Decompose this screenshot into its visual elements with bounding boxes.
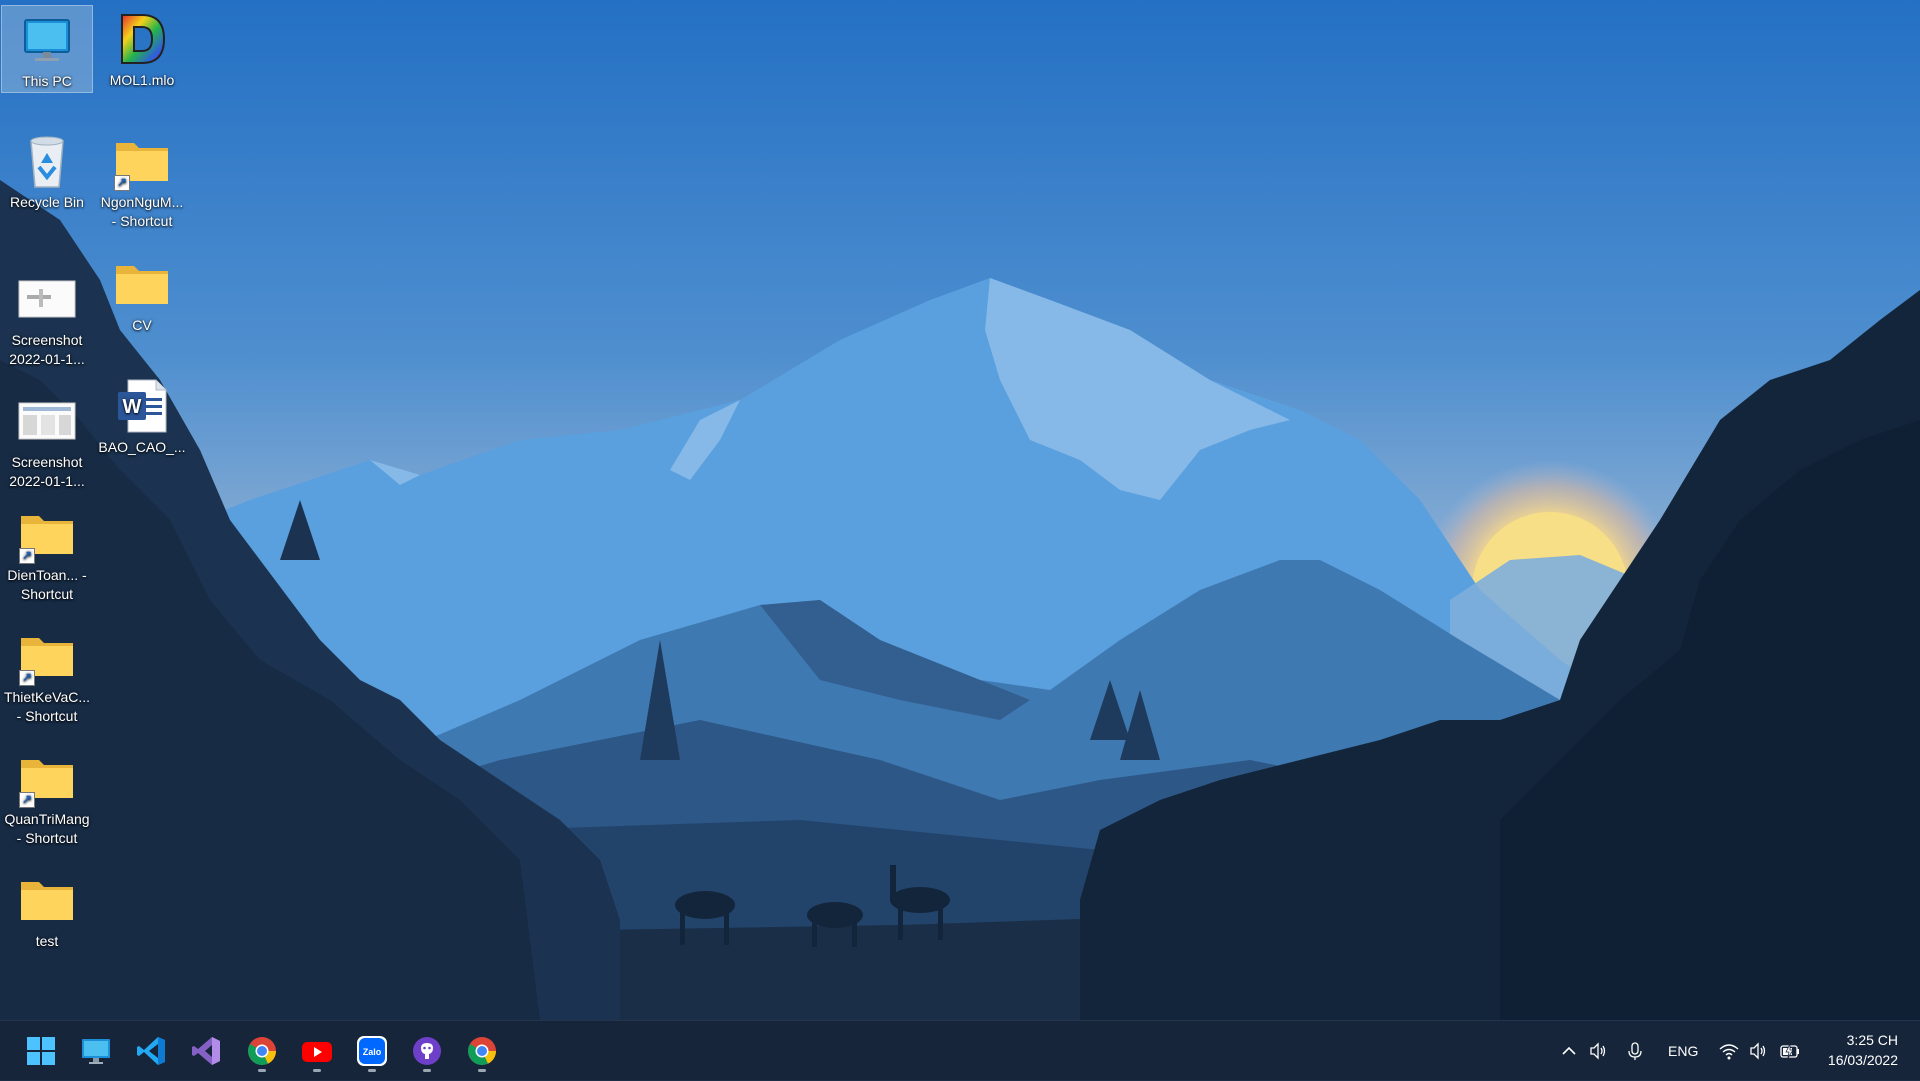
taskbar: Zalo ENG 3:25 CH 16/03/2022	[0, 1020, 1920, 1080]
chevron-up-icon	[1562, 1046, 1576, 1055]
desktop-icon-bao-cao[interactable]: W BAO_CAO_...	[96, 372, 188, 460]
chrome-icon	[468, 1037, 496, 1065]
desktop-icon-thietkevac-shortcut[interactable]: ↗ ThietKeVaC... - Shortcut	[1, 622, 93, 724]
shortcut-arrow-icon: ↗	[19, 670, 35, 686]
desktop-icon-label: Recycle Bin	[10, 194, 84, 210]
desktop-icon-quantrimang-shortcut[interactable]: ↗ QuanTriMang - Shortcut	[1, 744, 93, 846]
desktop-icon-label: ThietKeVaC... - Shortcut	[3, 689, 91, 724]
taskbar-chrome[interactable]	[240, 1029, 284, 1073]
microphone-tray-button[interactable]	[1626, 1021, 1644, 1081]
desktop-icon-cv[interactable]: CV	[96, 250, 188, 338]
visual-studio-icon	[192, 1037, 220, 1065]
desktop-icon-label: Screenshot 2022-01-1...	[9, 332, 85, 367]
taskbar-vscode[interactable]	[129, 1029, 173, 1073]
desktop-icon-label: CV	[132, 317, 152, 333]
battery-tray-button[interactable]	[1778, 1021, 1802, 1081]
desktop-wallpaper	[0, 0, 1920, 1020]
clock-date: 16/03/2022	[1827, 1052, 1898, 1068]
taskbar-chrome-2[interactable]	[460, 1029, 504, 1073]
folder-icon	[17, 870, 77, 930]
desktop-icon-this-pc[interactable]: This PC	[1, 5, 93, 93]
wifi-tray-button[interactable]	[1718, 1021, 1740, 1081]
mol-file-icon	[112, 9, 172, 69]
image-thumbnail-icon	[17, 269, 77, 329]
volume-tray-button[interactable]	[1748, 1021, 1768, 1081]
desktop-icon-screenshot-1[interactable]: Screenshot 2022-01-1...	[1, 265, 93, 367]
running-indicator	[258, 1069, 266, 1072]
volume-icon	[1750, 1042, 1766, 1060]
desktop-icon-label: BAO_CAO_...	[98, 439, 186, 455]
vscode-icon	[137, 1037, 165, 1065]
speaker-tray-button[interactable]	[1588, 1021, 1608, 1081]
taskbar-visual-studio[interactable]	[184, 1029, 228, 1073]
desktop-icon-label: This PC	[22, 73, 72, 89]
svg-text:W: W	[123, 396, 142, 418]
folder-icon	[112, 254, 172, 314]
desktop-icon-label: NgonNguM... - Shortcut	[100, 194, 184, 229]
taskbar-zalo[interactable]: Zalo	[350, 1029, 394, 1073]
desktop-icon-label: MOL1.mlo	[109, 72, 175, 88]
running-indicator	[368, 1069, 376, 1072]
monitor-icon	[17, 10, 77, 70]
recycle-bin-icon	[17, 131, 77, 191]
monitor-icon	[82, 1039, 110, 1064]
taskbar-this-pc[interactable]	[74, 1029, 118, 1073]
language-indicator[interactable]: ENG	[1668, 1021, 1698, 1081]
desktop-icon-screenshot-2[interactable]: Screenshot 2022-01-1...	[1, 387, 93, 489]
folder-shortcut-icon: ↗	[17, 504, 77, 564]
language-label: ENG	[1668, 1043, 1699, 1059]
word-document-icon: W	[112, 376, 172, 436]
clock-time: 3:25 CH	[1846, 1032, 1898, 1048]
youtube-icon	[302, 1042, 332, 1062]
taskbar-youtube[interactable]	[295, 1029, 339, 1073]
running-indicator	[313, 1069, 321, 1072]
speaker-icon	[1590, 1042, 1606, 1060]
github-icon	[413, 1037, 441, 1065]
desktop-icon-mol1[interactable]: MOL1.mlo	[96, 5, 188, 93]
microphone-icon	[1628, 1042, 1642, 1060]
desktop-icon-ngonngum-shortcut[interactable]: ↗ NgonNguM... - Shortcut	[96, 127, 188, 237]
running-indicator	[478, 1069, 486, 1072]
shortcut-arrow-icon: ↗	[19, 792, 35, 808]
desktop-icon-label: DienToan... - Shortcut	[7, 567, 87, 602]
desktop-icon-recycle-bin[interactable]: Recycle Bin	[1, 127, 93, 215]
desktop-icon-test[interactable]: test	[1, 866, 93, 954]
shortcut-arrow-icon: ↗	[114, 175, 130, 191]
battery-charging-icon	[1780, 1043, 1799, 1059]
svg-text:Zalo: Zalo	[363, 1047, 382, 1057]
clock-button[interactable]: 3:25 CH 16/03/2022	[1828, 1030, 1898, 1070]
start-button[interactable]	[19, 1029, 63, 1073]
folder-shortcut-icon: ↗	[17, 748, 77, 808]
desktop-icon-label: Screenshot 2022-01-1...	[9, 454, 85, 489]
shortcut-arrow-icon: ↗	[19, 548, 35, 564]
chrome-icon	[248, 1037, 276, 1065]
running-indicator	[423, 1069, 431, 1072]
desktop-icon-dientoan-shortcut[interactable]: ↗ DienToan... - Shortcut	[1, 500, 93, 602]
folder-shortcut-icon: ↗	[17, 626, 77, 686]
desktop-icon-label: QuanTriMang - Shortcut	[4, 811, 90, 846]
taskbar-github-desktop[interactable]	[405, 1029, 449, 1073]
image-thumbnail-icon	[17, 391, 77, 451]
wifi-icon	[1719, 1044, 1739, 1060]
show-hidden-icons-button[interactable]	[1560, 1021, 1578, 1081]
desktop-icon-label: test	[35, 933, 59, 949]
zalo-icon: Zalo	[357, 1036, 387, 1066]
windows-start-icon	[27, 1037, 55, 1065]
folder-shortcut-icon: ↗	[112, 131, 172, 191]
